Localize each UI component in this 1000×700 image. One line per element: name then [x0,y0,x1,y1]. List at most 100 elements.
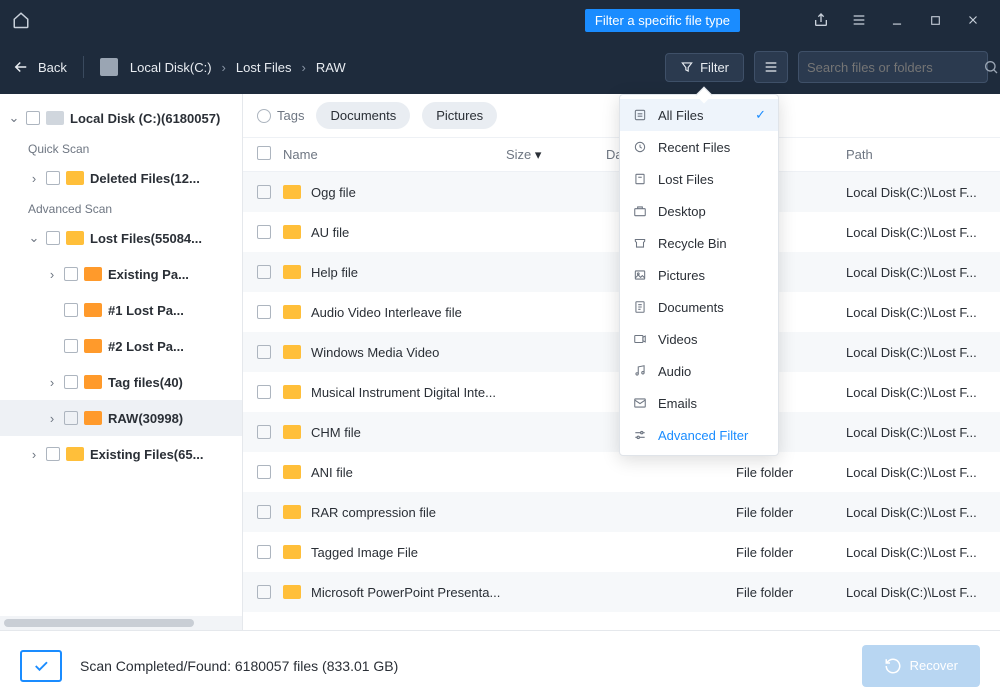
checkbox[interactable] [257,225,271,239]
filter-item[interactable]: Lost Files [620,163,778,195]
disk-icon [46,111,64,125]
checkbox[interactable] [64,411,78,425]
close-icon[interactable] [958,5,988,35]
table-row[interactable]: Tagged Image FileFile folderLocal Disk(C… [243,532,1000,572]
file-path: Local Disk(C:)\Lost F... [846,465,986,480]
folder-icon [66,231,84,245]
checkbox[interactable] [257,345,271,359]
filter-advanced[interactable]: Advanced Filter [620,419,778,451]
chevron-right-icon[interactable]: › [46,411,58,426]
sidebar-item-deleted[interactable]: ›Deleted Files(12... [0,160,242,196]
checkbox[interactable] [257,385,271,399]
file-type: File folder [736,505,846,520]
checkbox[interactable] [46,447,60,461]
sidebar-item-label: Existing Pa... [108,267,189,282]
view-list-button[interactable] [754,51,788,83]
table-row[interactable]: ANI fileFile folderLocal Disk(C:)\Lost F… [243,452,1000,492]
home-icon[interactable] [12,11,30,29]
filter-item[interactable]: Recent Files [620,131,778,163]
search-field[interactable] [807,60,983,75]
col-name[interactable]: Name [283,147,506,162]
checkbox[interactable] [64,303,78,317]
chevron-right-icon[interactable]: › [28,171,40,186]
col-size[interactable]: Size ▾ [506,147,606,163]
tag-documents[interactable]: Documents [316,102,410,129]
chevron-down-icon[interactable]: ⌄ [8,110,20,126]
chevron-right-icon[interactable]: › [46,267,58,282]
filter-item-icon [632,267,648,283]
filter-item[interactable]: Videos [620,323,778,355]
folder-icon [84,411,102,425]
sidebar-item-existing[interactable]: ›Existing Files(65... [0,436,242,472]
chevron-right-icon[interactable]: › [46,375,58,390]
back-label: Back [38,60,67,75]
sidebar-item-label: #2 Lost Pa... [108,339,184,354]
sidebar-root[interactable]: ⌄ Local Disk (C:)(6180057) [0,100,242,136]
file-path: Local Disk(C:)\Lost F... [846,425,986,440]
sidebar-item-label: Tag files(40) [108,375,183,390]
search-input[interactable] [798,51,988,83]
filter-item[interactable]: Emails [620,387,778,419]
table-row[interactable]: RAR compression fileFile folderLocal Dis… [243,492,1000,532]
checkbox[interactable] [257,265,271,279]
sidebar-item-lost[interactable]: ⌄Lost Files(55084... [0,220,242,256]
filter-item-label: All Files [658,108,704,123]
crumb-2[interactable]: RAW [316,60,346,75]
file-path: Local Disk(C:)\Lost F... [846,545,986,560]
checkbox[interactable] [46,171,60,185]
select-all-checkbox[interactable] [257,146,271,160]
col-path[interactable]: Path [846,147,986,162]
filter-item-icon [632,235,648,251]
back-button[interactable]: Back [12,58,67,76]
sliders-icon [632,427,648,443]
chevron-right-icon[interactable]: › [28,447,40,462]
tag-pictures[interactable]: Pictures [422,102,497,129]
sidebar-item-raw[interactable]: › RAW(30998) [0,400,242,436]
checkbox[interactable] [257,505,271,519]
sidebar-hscroll[interactable] [0,616,242,630]
file-name: Tagged Image File [311,545,506,560]
restore-icon [884,657,902,675]
share-icon[interactable] [806,5,836,35]
crumb-0[interactable]: Local Disk(C:) [130,60,212,75]
sidebar-item-label: RAW(30998) [108,411,183,426]
sort-desc-icon: ▾ [535,147,542,162]
filter-item[interactable]: Documents [620,291,778,323]
filter-item[interactable]: Recycle Bin [620,227,778,259]
filter-item-label: Videos [658,332,698,347]
checkbox[interactable] [257,425,271,439]
sidebar-item-lost2[interactable]: #2 Lost Pa... [0,328,242,364]
checkbox[interactable] [64,375,78,389]
checkbox[interactable] [64,267,78,281]
breadcrumb[interactable]: Local Disk(C:) › Lost Files › RAW [130,60,346,75]
recover-button[interactable]: Recover [862,645,980,687]
scrollbar-thumb[interactable] [4,619,194,627]
search-icon[interactable] [983,59,999,75]
checkbox[interactable] [257,545,271,559]
folder-icon [283,465,301,479]
minimize-icon[interactable] [882,5,912,35]
crumb-1[interactable]: Lost Files [236,60,292,75]
checkbox[interactable] [257,305,271,319]
filter-button[interactable]: Filter [665,53,744,82]
sidebar-item-existing-pa[interactable]: › Existing Pa... [0,256,242,292]
sidebar-root-label: Local Disk (C:)(6180057) [70,111,220,126]
table-row[interactable]: Microsoft PowerPoint Presenta...File fol… [243,572,1000,612]
checkbox[interactable] [26,111,40,125]
folder-icon [283,545,301,559]
checkbox[interactable] [257,585,271,599]
filter-item[interactable]: Audio [620,355,778,387]
chevron-down-icon[interactable]: ⌄ [28,230,40,246]
checkbox[interactable] [257,185,271,199]
folder-icon [283,185,301,199]
checkbox[interactable] [46,231,60,245]
filter-item[interactable]: Pictures [620,259,778,291]
maximize-icon[interactable] [920,5,950,35]
sidebar-item-tagfiles[interactable]: › Tag files(40) [0,364,242,400]
checkbox[interactable] [257,465,271,479]
filter-item[interactable]: All Files✓ [620,99,778,131]
menu-icon[interactable] [844,5,874,35]
filter-item[interactable]: Desktop [620,195,778,227]
sidebar-item-lost1[interactable]: #1 Lost Pa... [0,292,242,328]
checkbox[interactable] [64,339,78,353]
